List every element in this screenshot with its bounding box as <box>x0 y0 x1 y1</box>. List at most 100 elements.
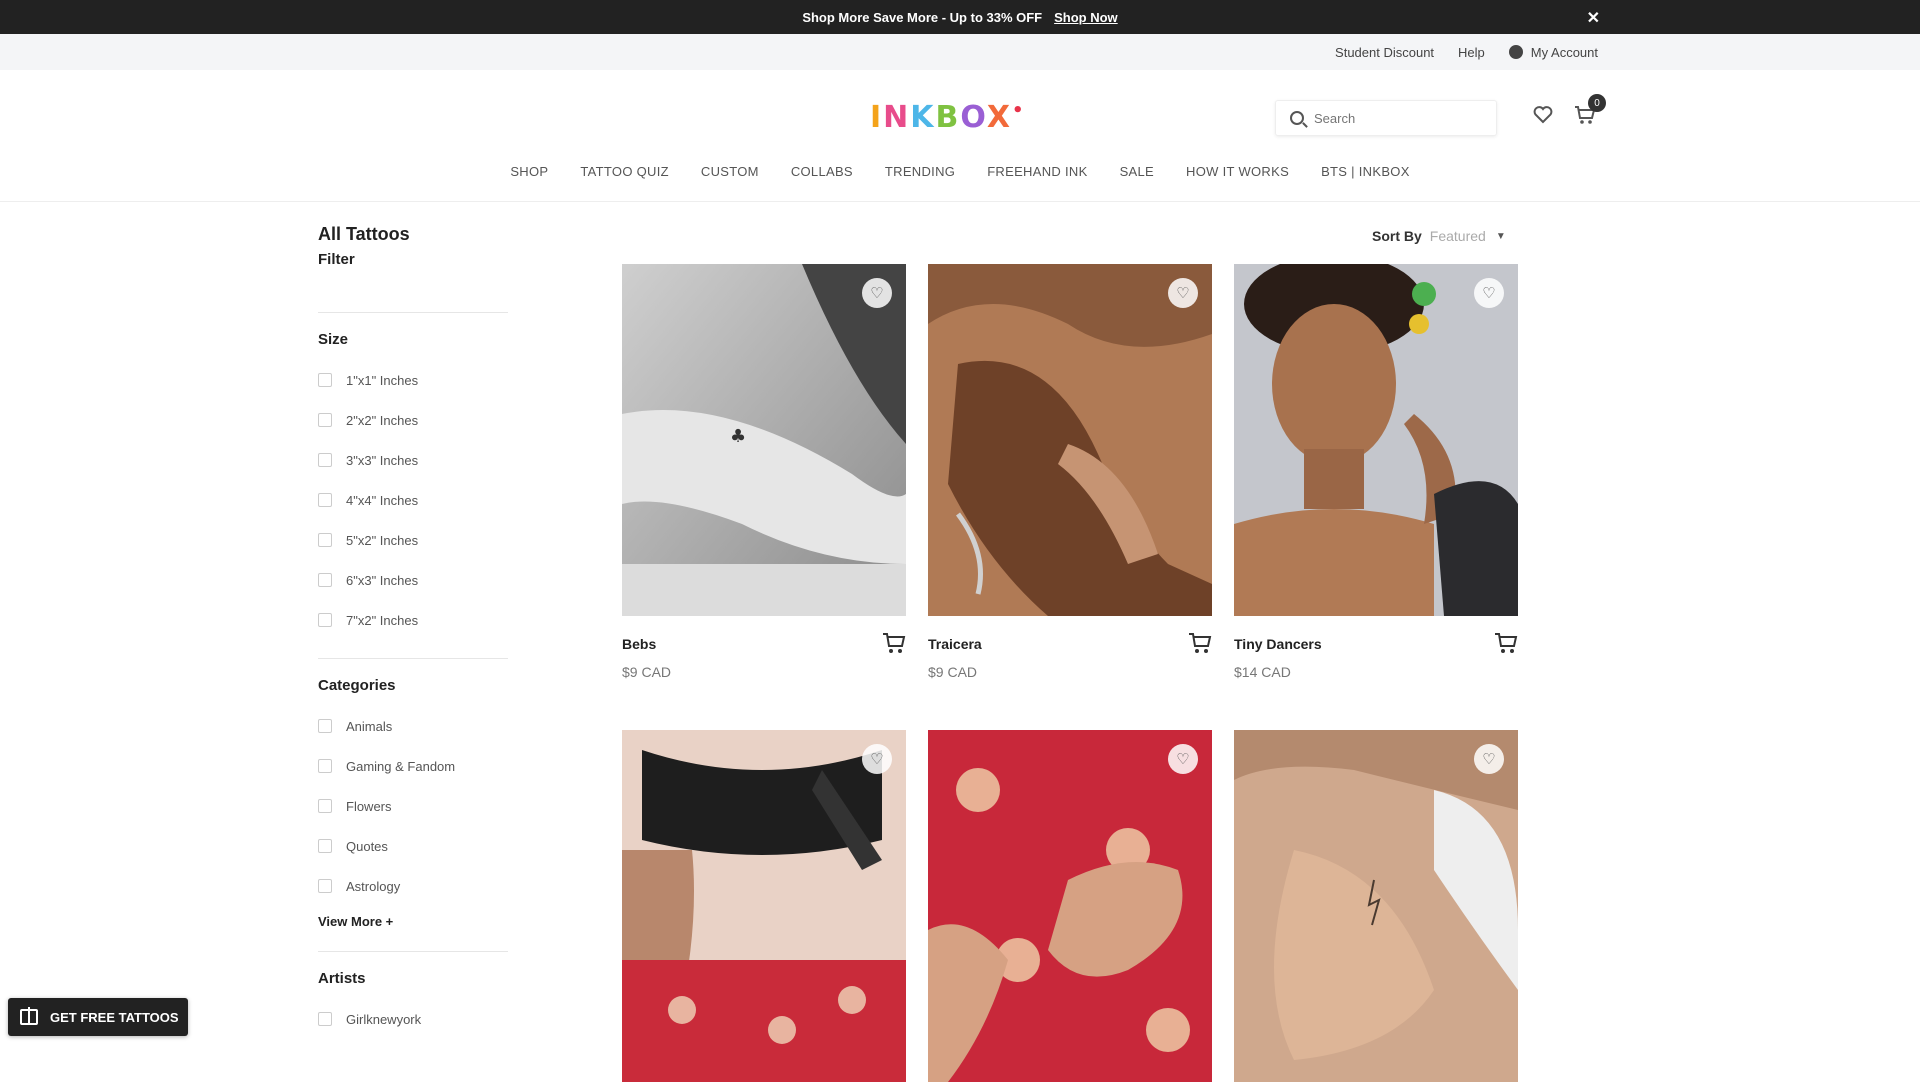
cart-icon[interactable]: 0 <box>1574 94 1606 131</box>
student-discount-link[interactable]: Student Discount <box>1335 45 1434 60</box>
nav-item-collabs[interactable]: COLLABS <box>791 164 853 179</box>
account-icon <box>1508 45 1523 59</box>
sort-value: Featured <box>1429 228 1486 244</box>
add-to-cart-icon[interactable] <box>882 632 906 659</box>
category-option[interactable]: Quotes <box>318 826 508 866</box>
wishlist-heart-icon[interactable]: ♡ <box>1474 744 1504 774</box>
promo-bar: Shop More Save More - Up to 33% OFF Shop… <box>0 0 1920 34</box>
checkbox[interactable] <box>318 1012 332 1026</box>
divider <box>318 658 508 659</box>
inkbox-logo[interactable]: INKBOX• <box>870 100 1026 135</box>
product-price: $14 CAD <box>1234 664 1291 680</box>
categories-filter-title[interactable]: Categories <box>318 677 508 694</box>
wishlist-heart-icon[interactable]: ♡ <box>1474 278 1504 308</box>
search-box[interactable] <box>1275 100 1497 136</box>
nav-item-bts-inkbox[interactable]: BTS | INKBOX <box>1321 164 1410 179</box>
checkbox[interactable] <box>318 493 332 507</box>
wishlist-heart-icon[interactable]: ♡ <box>862 744 892 774</box>
sort-dropdown[interactable]: Sort By Featured ▼ <box>1372 228 1506 244</box>
get-free-tattoos-button[interactable]: GET FREE TATTOOS <box>8 998 188 1036</box>
checkbox[interactable] <box>318 573 332 587</box>
product-card[interactable]: ♣ ♡ Bebs $9 CAD <box>622 264 906 696</box>
category-option[interactable]: Gaming & Fandom <box>318 746 508 786</box>
product-info: Traicera $9 CAD <box>928 616 1212 696</box>
size-option[interactable]: 4"x4" Inches <box>318 480 508 520</box>
size-option[interactable]: 2"x2" Inches <box>318 400 508 440</box>
size-option[interactable]: 6"x3" Inches <box>318 560 508 600</box>
product-name[interactable]: Bebs <box>622 636 656 652</box>
size-filter-title[interactable]: Size <box>318 331 508 348</box>
search-input[interactable] <box>1314 110 1474 126</box>
logo-letter: K <box>910 100 936 135</box>
checkbox[interactable] <box>318 719 332 733</box>
search-icon[interactable] <box>1290 111 1304 125</box>
logo-letter: X <box>986 100 1012 135</box>
wishlist-heart-icon[interactable]: ♡ <box>1168 278 1198 308</box>
checkbox[interactable] <box>318 413 332 427</box>
product-card[interactable]: ♡ Tiny Dancers $14 CAD <box>1234 264 1518 696</box>
gift-icon <box>20 1007 38 1025</box>
product-info: Bebs $9 CAD <box>622 616 906 696</box>
help-link[interactable]: Help <box>1458 45 1485 60</box>
artist-option[interactable]: Girlknewyork <box>318 999 508 1039</box>
add-to-cart-icon[interactable] <box>1494 632 1518 659</box>
size-option[interactable]: 1"x1" Inches <box>318 360 508 400</box>
nav-item-trending[interactable]: TRENDING <box>885 164 955 179</box>
checkbox[interactable] <box>318 759 332 773</box>
size-option[interactable]: 7"x2" Inches <box>318 600 508 640</box>
checkbox[interactable] <box>318 799 332 813</box>
wishlist-heart-icon[interactable] <box>1533 106 1553 130</box>
checkbox[interactable] <box>318 613 332 627</box>
filter-heading: Filter <box>318 251 355 268</box>
size-option-label: 4"x4" Inches <box>346 492 419 508</box>
nav-item-shop[interactable]: SHOP <box>510 164 548 179</box>
product-card[interactable]: ♡ Traicera $9 CAD <box>928 264 1212 696</box>
filter-sidebar: All Tattoos Filter Size 1"x1" Inches 2"x… <box>318 224 508 1039</box>
page-title: All Tattoos <box>318 224 410 244</box>
product-card[interactable]: ♡ <box>622 730 906 1082</box>
category-option[interactable]: Animals <box>318 706 508 746</box>
logo-letter: N <box>883 100 911 135</box>
close-icon[interactable]: ✕ <box>1587 8 1600 28</box>
category-option-label: Gaming & Fandom <box>346 758 456 774</box>
checkbox[interactable] <box>318 453 332 467</box>
product-price: $9 CAD <box>622 664 672 680</box>
artists-filter-title[interactable]: Artists <box>318 970 508 987</box>
artist-option-label: Girlknewyork <box>346 1011 422 1027</box>
product-image[interactable]: ♡ <box>1234 264 1518 616</box>
promo-text: Shop More Save More - Up to 33% OFF <box>802 9 1043 25</box>
wishlist-heart-icon[interactable]: ♡ <box>862 278 892 308</box>
product-image[interactable]: ♡ <box>1234 730 1518 1082</box>
my-account-link[interactable]: My Account <box>1508 45 1598 60</box>
size-option-label: 1"x1" Inches <box>346 372 419 388</box>
checkbox[interactable] <box>318 879 332 893</box>
checkbox[interactable] <box>318 839 332 853</box>
product-image[interactable]: ♡ <box>928 730 1212 1082</box>
add-to-cart-icon[interactable] <box>1188 632 1212 659</box>
shop-now-link[interactable]: Shop Now <box>1054 10 1118 25</box>
category-option-label: Flowers <box>346 798 392 814</box>
nav-item-custom[interactable]: CUSTOM <box>701 164 759 179</box>
category-option[interactable]: Flowers <box>318 786 508 826</box>
product-card[interactable]: ♡ <box>928 730 1212 1082</box>
nav-item-tattoo-quiz[interactable]: TATTOO QUIZ <box>580 164 669 179</box>
nav-item-freehand-ink[interactable]: FREEHAND INK <box>987 164 1087 179</box>
checkbox[interactable] <box>318 533 332 547</box>
wishlist-heart-icon[interactable]: ♡ <box>1168 744 1198 774</box>
checkbox[interactable] <box>318 373 332 387</box>
size-option[interactable]: 3"x3" Inches <box>318 440 508 480</box>
nav-item-how-it-works[interactable]: HOW IT WORKS <box>1186 164 1289 179</box>
get-free-tattoos-label: GET FREE TATTOOS <box>50 1009 179 1025</box>
product-name[interactable]: Tiny Dancers <box>1234 636 1322 652</box>
product-name[interactable]: Traicera <box>928 636 982 652</box>
size-option-label: 2"x2" Inches <box>346 412 419 428</box>
view-more-link[interactable]: View More + <box>318 914 508 929</box>
size-option[interactable]: 5"x2" Inches <box>318 520 508 560</box>
size-option-label: 6"x3" Inches <box>346 572 419 588</box>
nav-item-sale[interactable]: SALE <box>1120 164 1154 179</box>
product-image[interactable]: ♡ <box>622 730 906 1082</box>
product-image[interactable]: ♡ <box>928 264 1212 616</box>
category-option[interactable]: Astrology <box>318 866 508 906</box>
product-card[interactable]: ♡ <box>1234 730 1518 1082</box>
product-image[interactable]: ♣ ♡ <box>622 264 906 616</box>
